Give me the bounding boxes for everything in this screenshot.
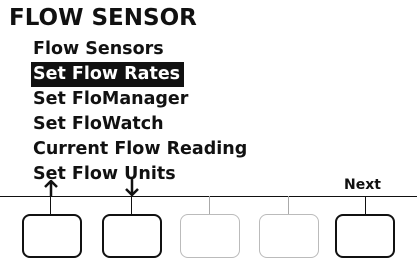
softkey-1-leader — [50, 196, 51, 214]
down-button[interactable] — [102, 214, 162, 258]
flow-sensor-menu: Flow Sensors Set Flow Rates Set FloManag… — [31, 37, 251, 187]
softkey-row — [0, 196, 417, 264]
softkey-4-button[interactable] — [259, 214, 319, 258]
lcd-screen: FLOW SENSOR Flow Sensors Set Flow Rates … — [0, 0, 417, 200]
softkey-4-leader — [288, 196, 289, 214]
softkey-3-leader — [209, 196, 210, 214]
menu-item-flow-sensors[interactable]: Flow Sensors — [31, 37, 168, 62]
next-button[interactable] — [335, 214, 395, 258]
down-arrow-icon — [125, 179, 139, 196]
menu-item-current-flow-reading[interactable]: Current Flow Reading — [31, 137, 251, 162]
menu-item-set-flow-rates[interactable]: Set Flow Rates — [31, 62, 185, 87]
softkey-5-leader — [365, 196, 366, 214]
next-label: Next — [344, 177, 381, 193]
menu-item-set-flomanager[interactable]: Set FloManager — [31, 87, 192, 112]
menu-item-set-flowatch[interactable]: Set FloWatch — [31, 112, 168, 137]
screen-title: FLOW SENSOR — [9, 5, 197, 31]
up-button[interactable] — [22, 214, 82, 258]
softkey-3-button[interactable] — [180, 214, 240, 258]
softkey-2-leader — [131, 196, 132, 214]
